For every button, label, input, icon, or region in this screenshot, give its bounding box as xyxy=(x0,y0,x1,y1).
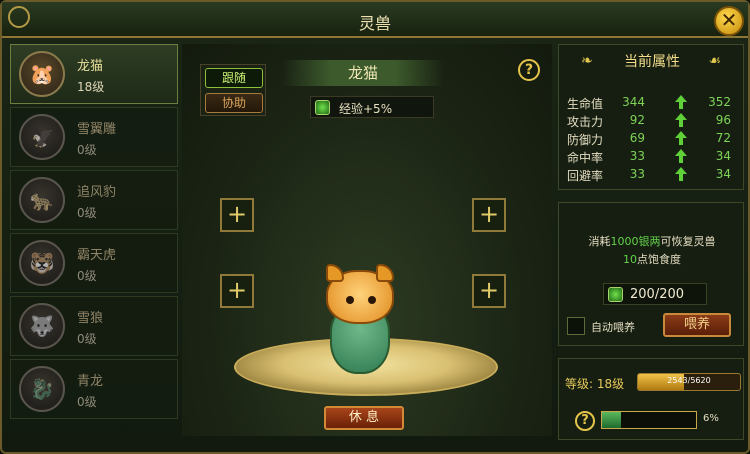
wolf-icon: 🐺 xyxy=(19,303,65,349)
pet-item-zhuifengbao[interactable]: 🐆 追风豹 0级 xyxy=(10,170,178,230)
attr-current: 69 xyxy=(629,131,645,145)
title-bar: 灵兽 ✕ xyxy=(2,2,748,38)
close-button[interactable]: ✕ xyxy=(714,6,744,36)
follow-button[interactable]: 跟随 xyxy=(205,68,263,88)
feed-button[interactable]: 喂养 xyxy=(663,313,731,337)
rest-button[interactable]: 休 息 xyxy=(324,406,404,430)
feed-text-prefix: 消耗 xyxy=(588,235,611,248)
attributes-panel: ❧ 当前属性 ☙ 生命值 344 352 攻击力 92 96 防御力 69 72… xyxy=(558,44,744,190)
progress-bar xyxy=(601,411,697,429)
feed-text-suffix: 点饱食度 xyxy=(637,253,681,266)
leopard-icon: 🐆 xyxy=(19,177,65,223)
attr-row-attack: 攻击力 92 96 xyxy=(567,113,741,131)
arrow-up-icon xyxy=(675,167,687,181)
pet-item-qinglong[interactable]: 🐉 青龙 0级 xyxy=(10,359,178,419)
level-help-button[interactable]: ? xyxy=(575,411,595,431)
level-label: 等级: 18级 xyxy=(565,377,625,391)
pet-name: 追风豹 xyxy=(77,185,117,200)
auto-feed-label: 自动喂养 xyxy=(591,321,635,334)
attr-next: 352 xyxy=(708,95,731,109)
attr-current: 33 xyxy=(629,149,645,163)
mode-selector: 跟随 协助 xyxy=(200,64,266,116)
exp-bonus: 经验+5% xyxy=(310,96,434,118)
attr-label: 生命值 xyxy=(567,97,604,111)
auto-feed-checkbox[interactable] xyxy=(567,317,585,335)
attr-current: 33 xyxy=(629,167,645,181)
jade-icon xyxy=(608,287,623,302)
pet-name-banner: 龙猫 xyxy=(282,60,444,86)
pet-name: 龙猫 xyxy=(77,59,104,74)
level-panel: 等级: 18级 2543/5620 ? 6% xyxy=(558,358,744,440)
pet-level: 0级 xyxy=(77,332,97,346)
attr-next: 96 xyxy=(715,113,731,127)
attr-label: 命中率 xyxy=(567,151,604,165)
assist-button[interactable]: 协助 xyxy=(205,93,263,113)
pet-model xyxy=(322,264,398,380)
attr-next: 34 xyxy=(715,167,731,181)
equip-slot-top-right[interactable]: + xyxy=(472,198,506,232)
arrow-up-icon xyxy=(675,113,687,127)
exp-text: 2543/5620 xyxy=(667,376,711,385)
pet-level: 0级 xyxy=(77,395,97,409)
jade-icon xyxy=(315,100,330,115)
tiger-icon: 🐯 xyxy=(19,240,65,286)
pet-level: 18级 xyxy=(77,80,105,94)
equip-slot-bottom-right[interactable]: + xyxy=(472,274,506,308)
progress-bar-fill xyxy=(602,412,621,428)
pet-list: 🐹 龙猫 18级 🦅 雪翼雕 0级 🐆 追风豹 0级 🐯 霸天虎 0级 🐺 雪狼… xyxy=(10,44,178,422)
pet-name: 青龙 xyxy=(77,374,104,389)
window-title: 灵兽 xyxy=(358,14,391,33)
equip-slot-bottom-left[interactable]: + xyxy=(220,274,254,308)
dragon-icon: 🐉 xyxy=(19,366,65,412)
attr-row-hit: 命中率 33 34 xyxy=(567,149,741,167)
attr-row-defense: 防御力 69 72 xyxy=(567,131,741,149)
arrow-up-icon xyxy=(675,149,687,163)
pet-level: 0级 xyxy=(77,269,97,283)
arrow-up-icon xyxy=(675,131,687,145)
exp-bar: 2543/5620 xyxy=(637,373,741,391)
help-button[interactable]: ? xyxy=(518,59,540,81)
pet-item-xuelang[interactable]: 🐺 雪狼 0级 xyxy=(10,296,178,356)
attr-row-dodge: 回避率 33 34 xyxy=(567,167,741,185)
attr-label: 攻击力 xyxy=(567,115,604,129)
scroll-ornament-icon: ☙ xyxy=(708,53,721,69)
satiety-display: 200/200 xyxy=(603,283,707,305)
pet-name: 雪翼雕 xyxy=(77,122,117,137)
attr-next: 72 xyxy=(715,131,731,145)
pet-item-xueyidiao[interactable]: 🦅 雪翼雕 0级 xyxy=(10,107,178,167)
attr-next: 34 xyxy=(715,149,731,163)
pet-item-longmao[interactable]: 🐹 龙猫 18级 xyxy=(10,44,178,104)
attr-current: 92 xyxy=(629,113,645,127)
pet-level: 0级 xyxy=(77,206,97,220)
pet-name: 雪狼 xyxy=(77,311,104,326)
pet-eye xyxy=(368,296,376,304)
attr-label: 防御力 xyxy=(567,133,604,147)
pet-display: 跟随 协助 龙猫 经验+5% ? + + + + 休 息 xyxy=(182,44,552,436)
feeding-panel: 消耗1000银两可恢复灵兽 10点饱食度 200/200 自动喂养 喂养 xyxy=(558,202,744,346)
arrow-up-icon xyxy=(675,95,687,109)
exp-bonus-text: 经验+5% xyxy=(339,102,393,116)
pet-ear xyxy=(326,264,344,282)
pet-eye xyxy=(346,296,354,304)
pet-item-batianhu[interactable]: 🐯 霸天虎 0级 xyxy=(10,233,178,293)
progress-text: 6% xyxy=(703,413,719,424)
equip-slot-top-left[interactable]: + xyxy=(220,198,254,232)
spirit-beast-window: 灵兽 ✕ 🐹 龙猫 18级 🦅 雪翼雕 0级 🐆 追风豹 0级 🐯 霸天虎 0级… xyxy=(0,0,750,454)
feed-cost: 1000银两 xyxy=(610,235,661,248)
eagle-icon: 🦅 xyxy=(19,114,65,160)
pet-name: 霸天虎 xyxy=(77,248,117,263)
attr-current: 344 xyxy=(622,95,645,109)
pet-ear xyxy=(376,264,394,282)
feed-text-mid: 可恢复灵兽 xyxy=(660,235,716,248)
pet-level: 0级 xyxy=(77,143,97,157)
satiety-value: 200/200 xyxy=(630,287,685,302)
attr-label: 回避率 xyxy=(567,169,604,183)
hamster-icon: 🐹 xyxy=(19,51,65,97)
attr-row-hp: 生命值 344 352 xyxy=(567,95,741,113)
feed-description: 消耗1000银两可恢复灵兽 10点饱食度 xyxy=(559,233,745,269)
feed-restore-amount: 10 xyxy=(623,253,637,266)
